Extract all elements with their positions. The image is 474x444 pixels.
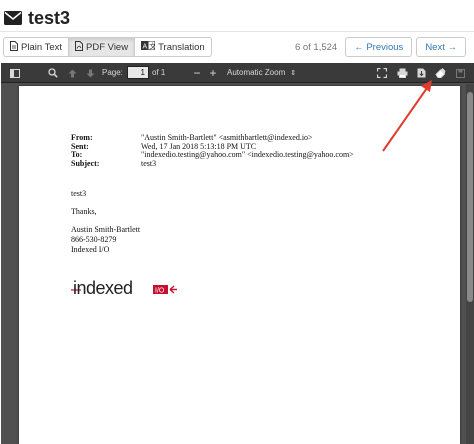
svg-text:文: 文 bbox=[149, 42, 155, 51]
download-icon[interactable] bbox=[415, 67, 427, 79]
print-icon[interactable] bbox=[396, 67, 408, 79]
search-icon[interactable] bbox=[47, 67, 59, 79]
signature-company: Indexed I/O bbox=[71, 245, 110, 254]
scrollbar-thumb[interactable] bbox=[467, 92, 473, 302]
scrollbar[interactable] bbox=[466, 84, 474, 444]
pdf-toolbar: Page: 1 of 1 − + Automatic Zoom ⇕ bbox=[1, 63, 474, 83]
previous-page-icon[interactable] bbox=[66, 67, 78, 79]
tab-label: PDF View bbox=[86, 41, 129, 53]
tab-translation[interactable]: A文 Translation bbox=[135, 37, 212, 57]
previous-button[interactable]: ← Previous bbox=[345, 37, 413, 57]
email-closing: Thanks, bbox=[71, 207, 97, 216]
fullscreen-icon[interactable] bbox=[376, 67, 388, 79]
envelope-icon bbox=[4, 11, 22, 25]
tab-label: Translation bbox=[158, 41, 205, 53]
next-button[interactable]: Next → bbox=[416, 37, 466, 57]
logo-badge: I/O bbox=[155, 288, 165, 295]
page-number-input[interactable]: 1 bbox=[127, 66, 149, 79]
eraser-icon[interactable] bbox=[434, 67, 446, 79]
header-divider bbox=[0, 31, 474, 32]
email-header-to: To: "indexedio.testing@yahoo.com" <index… bbox=[71, 150, 354, 160]
indexed-logo: indexed I/O bbox=[71, 278, 177, 298]
svg-text:A: A bbox=[143, 44, 148, 51]
email-header-subject: Subject: test3 bbox=[71, 158, 354, 169]
header-value: test3 bbox=[141, 158, 157, 168]
result-count: 6 of 1,524 bbox=[294, 41, 338, 53]
pdf-page: From: "Austin Smith-Bartlett" <asmithbar… bbox=[19, 86, 460, 444]
sidebar-toggle-icon[interactable] bbox=[9, 67, 21, 79]
save-icon[interactable] bbox=[454, 67, 466, 79]
next-page-icon[interactable] bbox=[84, 67, 96, 79]
document-icon bbox=[10, 40, 18, 54]
tab-label: Plain Text bbox=[21, 41, 63, 53]
document-area[interactable]: From: "Austin Smith-Bartlett" <asmithbar… bbox=[1, 84, 474, 444]
zoom-select[interactable]: Automatic Zoom ⇕ bbox=[223, 66, 300, 79]
page-total: of 1 bbox=[152, 68, 166, 77]
zoom-value: Automatic Zoom bbox=[227, 68, 286, 77]
zoom-out-icon[interactable]: − bbox=[191, 66, 203, 80]
email-body: test3 bbox=[71, 189, 87, 198]
pager: 6 of 1,524 ← Previous Next → bbox=[295, 37, 466, 57]
zoom-in-icon[interactable]: + bbox=[207, 66, 219, 80]
translate-icon: A文 bbox=[141, 40, 156, 53]
signature-phone: 866-530-8279 bbox=[71, 235, 117, 244]
pdf-icon bbox=[75, 40, 84, 54]
page-label: Page: bbox=[102, 68, 123, 77]
tab-plain-text[interactable]: Plain Text bbox=[3, 37, 70, 57]
header-key: Subject: bbox=[71, 158, 100, 168]
email-content: From: "Austin Smith-Bartlett" <asmithbar… bbox=[71, 133, 354, 255]
page-header: test3 bbox=[4, 6, 70, 30]
page-title: test3 bbox=[28, 7, 71, 28]
tab-pdf-view[interactable]: PDF View bbox=[69, 37, 136, 57]
chevron-updown-icon: ⇕ bbox=[290, 69, 297, 77]
pdf-viewer: Page: 1 of 1 − + Automatic Zoom ⇕ From: bbox=[1, 63, 474, 444]
view-tabs: Plain Text PDF View A文 Translation bbox=[3, 37, 212, 57]
header-value: "indexedio.testing@yahoo.com" <indexedio… bbox=[141, 150, 354, 159]
logo-text: indexed bbox=[73, 278, 133, 298]
signature-name: Austin Smith-Bartlett bbox=[71, 225, 141, 234]
